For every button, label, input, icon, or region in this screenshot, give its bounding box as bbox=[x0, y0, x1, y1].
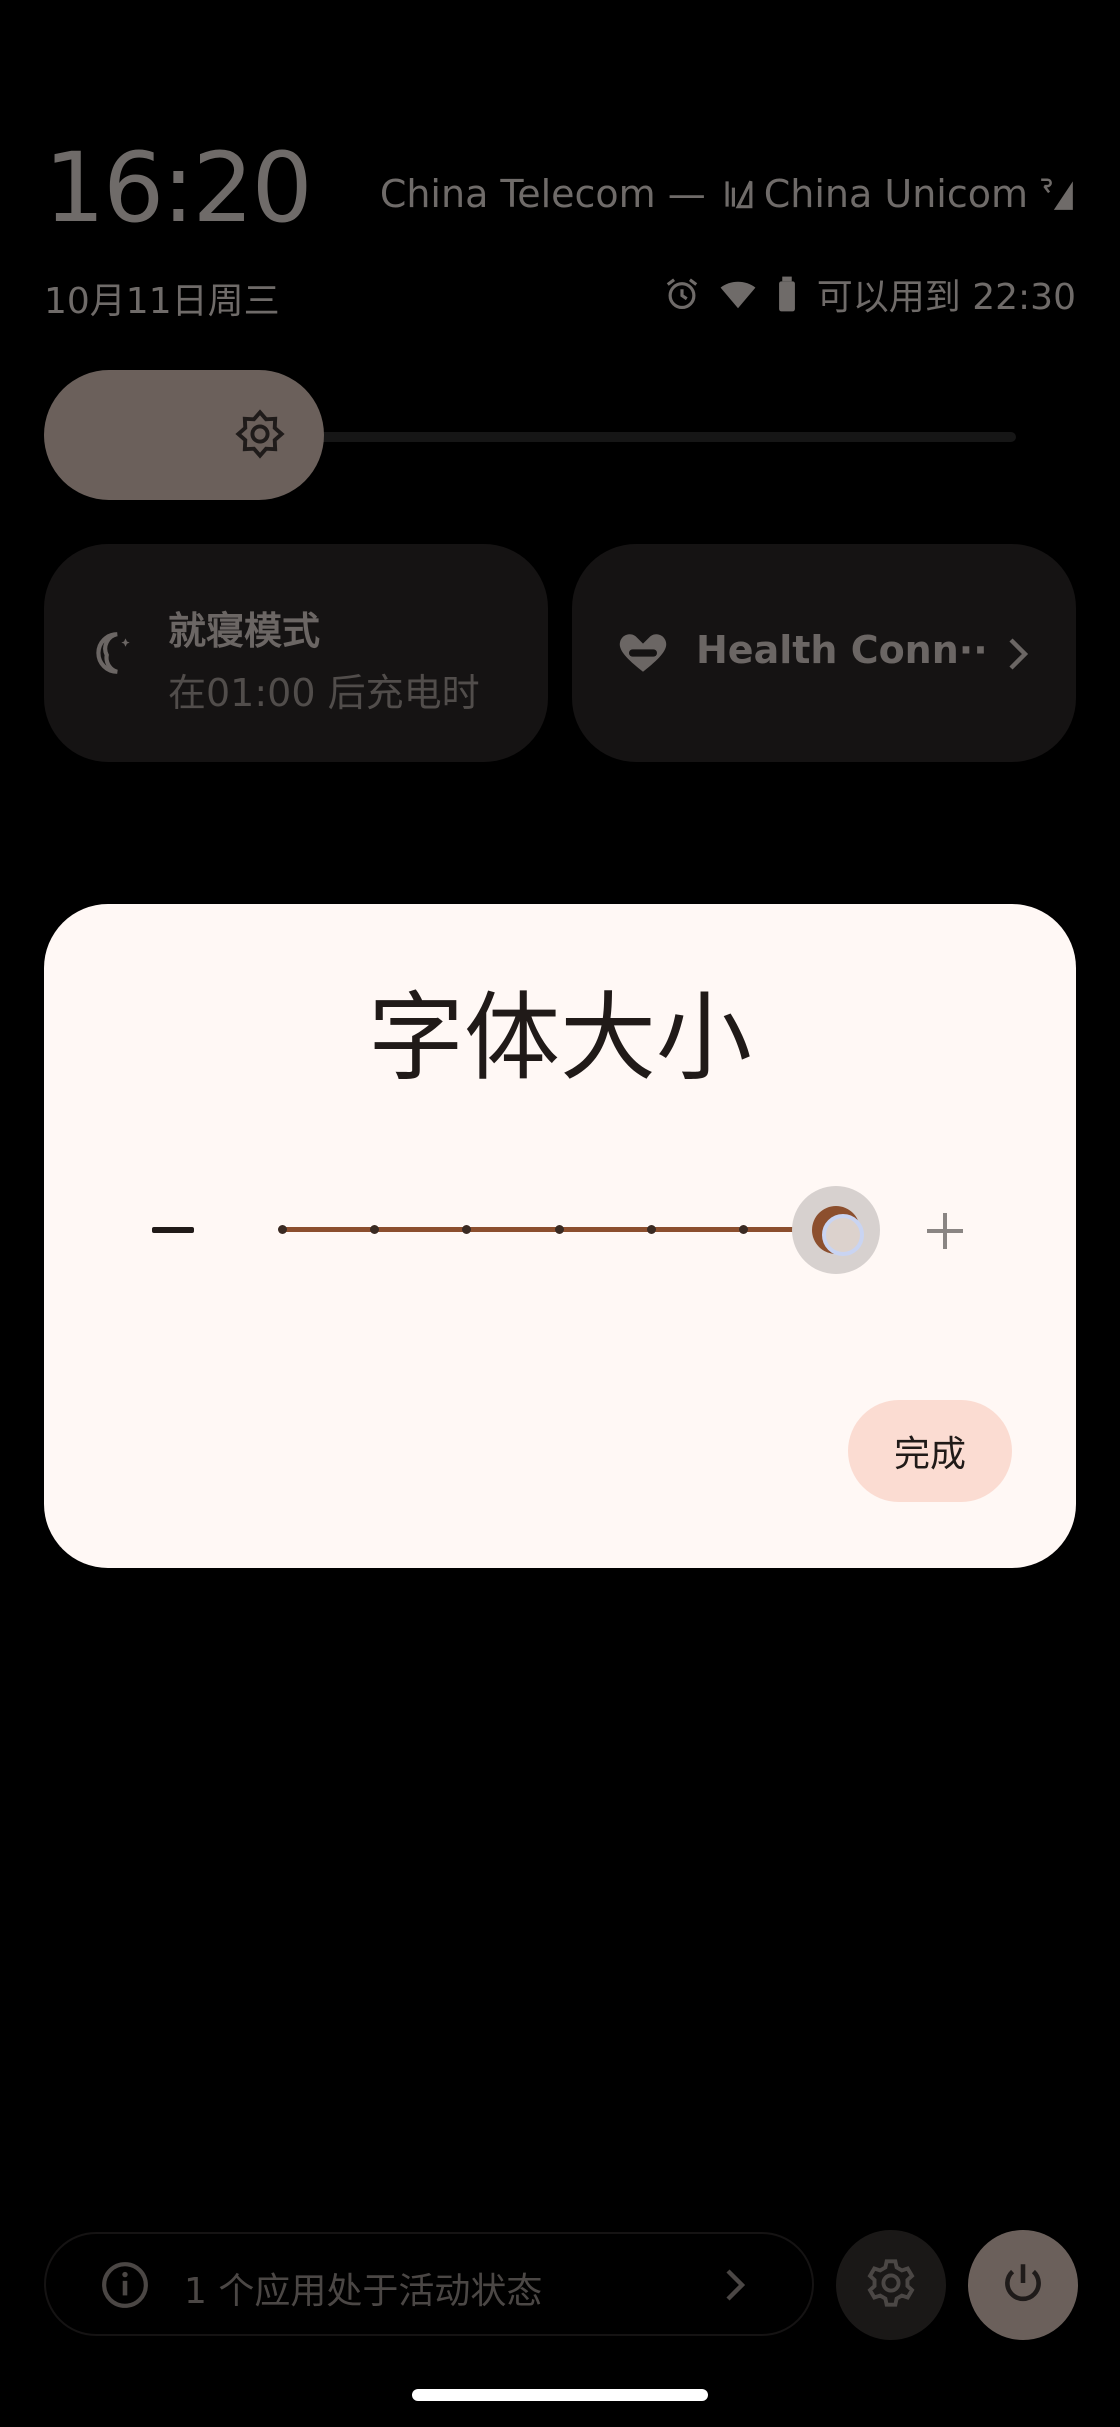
dialog-title: 字体大小 bbox=[368, 982, 752, 1094]
battery-remaining-text: 可以用到 22:30 bbox=[816, 277, 1076, 318]
slider-tick-1 bbox=[277, 1225, 287, 1234]
increase-font-size-button[interactable] bbox=[924, 1210, 966, 1252]
carrier-2-name: China Unicom bbox=[763, 172, 1028, 216]
wifi-icon bbox=[719, 275, 757, 313]
carrier-status: China Telecom — China Unicom bbox=[380, 172, 1076, 216]
chevron-right-icon bbox=[720, 2265, 748, 2305]
signal-roaming-icon bbox=[1038, 175, 1076, 213]
health-connect-tile-label: Health Conn·· bbox=[696, 628, 988, 672]
bedtime-moon-icon bbox=[88, 628, 138, 678]
home-indicator[interactable] bbox=[412, 2389, 708, 2401]
gear-icon bbox=[865, 2257, 917, 2313]
system-status-icons: 可以用到 22:30 bbox=[663, 268, 1076, 320]
bedtime-tile-subtitle: 在01:00 后充电时 bbox=[168, 671, 480, 715]
touch-indicator bbox=[822, 1214, 864, 1256]
power-button[interactable] bbox=[968, 2230, 1078, 2340]
active-apps-text: 1 个应用处于活动状态 bbox=[184, 2271, 543, 2312]
decrease-font-size-button[interactable] bbox=[152, 1227, 194, 1233]
settings-button[interactable] bbox=[836, 2230, 946, 2340]
bedtime-tile-title: 就寝模式 bbox=[168, 609, 321, 653]
info-icon bbox=[100, 2260, 150, 2310]
slider-tick-2 bbox=[369, 1225, 379, 1234]
carrier-1-name: China Telecom — bbox=[379, 172, 706, 216]
power-icon bbox=[998, 2258, 1048, 2312]
slider-tick-5 bbox=[646, 1225, 656, 1234]
slider-tick-4 bbox=[554, 1225, 564, 1234]
date-text: 10月11日周三 bbox=[44, 281, 280, 322]
battery-icon bbox=[775, 275, 799, 313]
brightness-icon bbox=[234, 408, 286, 460]
clock-time: 16:20 bbox=[44, 132, 313, 244]
alarm-icon bbox=[663, 275, 701, 313]
health-connect-icon bbox=[616, 628, 670, 678]
chevron-right-icon bbox=[1002, 634, 1032, 674]
done-button[interactable]: 完成 bbox=[848, 1400, 1012, 1502]
signal-icon bbox=[716, 175, 754, 213]
